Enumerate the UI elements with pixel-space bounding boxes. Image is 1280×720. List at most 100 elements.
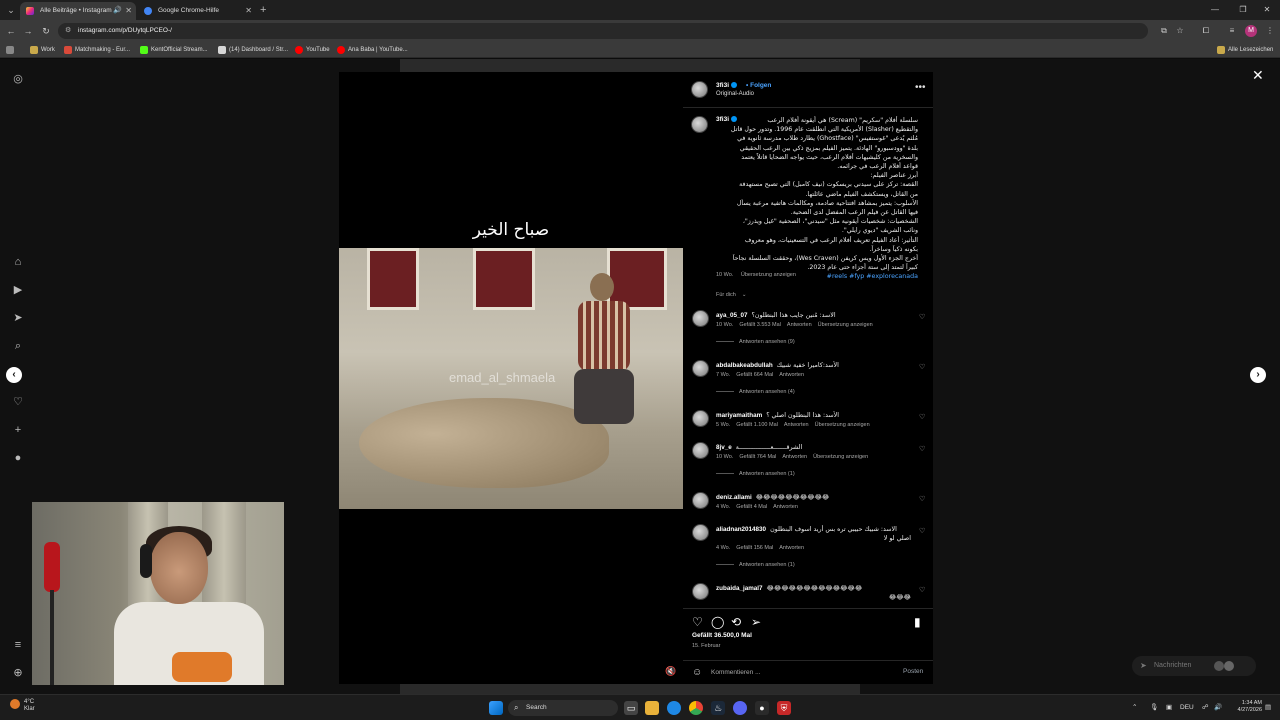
apps-grid-icon[interactable] [6, 42, 17, 58]
comment-likes[interactable]: Gefällt 3.553 Mal [739, 322, 781, 328]
author-username[interactable]: 3fi3i [716, 82, 737, 89]
tab-search-icon[interactable]: ⌄ [4, 3, 18, 17]
commenter-username[interactable]: mariyamaitham [716, 412, 762, 419]
author-avatar[interactable] [691, 116, 708, 133]
view-replies-link[interactable]: Antworten ansehen (9) [716, 339, 795, 345]
home-icon[interactable]: ⌂ [10, 254, 26, 270]
reply-link[interactable]: Antworten [787, 322, 812, 328]
mute-icon[interactable]: 🔇 [665, 666, 676, 677]
all-bookmarks[interactable]: Alle Lesezeichen [1217, 42, 1273, 58]
bookmark-work[interactable]: Work [30, 42, 55, 58]
forward-button[interactable]: → [20, 23, 36, 39]
commenter-avatar[interactable] [692, 360, 709, 377]
bookmark-youtube[interactable]: YouTube [295, 42, 330, 58]
close-tab-icon[interactable]: ✕ [245, 2, 252, 20]
comment-filter[interactable]: Für dich ⌄ [716, 292, 752, 298]
extensions-icon[interactable]: ⧠ [1198, 23, 1214, 39]
view-replies-link[interactable]: Antworten ansehen (4) [716, 389, 795, 395]
translate-link[interactable]: Übersetzung anzeigen [741, 272, 796, 278]
instagram-logo-icon[interactable]: ◎ [10, 71, 26, 87]
commenter-avatar[interactable] [692, 442, 709, 459]
tray-mic-icon[interactable]: 🎙 [1150, 701, 1158, 715]
like-heart-icon[interactable]: ♡ [692, 615, 703, 629]
menu-icon[interactable]: ≡ [10, 637, 26, 653]
bookmark-matchmaking[interactable]: Matchmaking - Eur... [64, 42, 130, 58]
reply-link[interactable]: Antworten [782, 454, 807, 460]
close-window-button[interactable]: ✕ [1254, 0, 1280, 20]
create-icon[interactable]: + [10, 422, 26, 438]
comment-like-heart-icon[interactable]: ♡ [919, 527, 925, 535]
notification-icon[interactable]: ▤ [1265, 701, 1271, 715]
network-icon[interactable]: ☍ [1202, 701, 1209, 715]
file-explorer-icon[interactable] [645, 701, 659, 715]
reel-video[interactable]: صباح الخير emad_al_shmaela 🔇 [339, 72, 683, 684]
meta-icon[interactable]: ⊕ [10, 665, 26, 681]
commenter-avatar[interactable] [692, 310, 709, 327]
save-bookmark-icon[interactable]: ▮ [914, 615, 921, 629]
steam-icon[interactable]: ♨ [711, 701, 725, 715]
repost-icon[interactable]: ⟲ [731, 615, 741, 629]
audio-link[interactable]: Original-Audio [716, 91, 754, 97]
more-options-icon[interactable]: ••• [915, 82, 926, 93]
comment-icon[interactable]: ◯ [711, 615, 724, 629]
commenter-avatar[interactable] [692, 492, 709, 509]
comment-likes[interactable]: Gefällt 764 Mal [739, 454, 776, 460]
translate-link[interactable]: Übersetzung anzeigen [815, 422, 870, 428]
comment-likes[interactable]: Gefällt 156 Mal [736, 545, 773, 551]
back-button[interactable]: ← [3, 23, 19, 39]
emoji-icon[interactable]: ☺ [692, 667, 702, 678]
comment-like-heart-icon[interactable]: ♡ [919, 313, 925, 321]
start-icon[interactable] [489, 701, 503, 715]
messages-button[interactable]: ➤ Nachrichten [1132, 656, 1256, 676]
comment-input[interactable] [711, 665, 891, 679]
tray-app-icon[interactable]: ▣ [1166, 701, 1172, 715]
install-icon[interactable]: ⧉ [1156, 23, 1172, 39]
comment-likes[interactable]: Gefällt 4 Mal [736, 504, 767, 510]
translate-link[interactable]: Übersetzung anzeigen [813, 454, 868, 460]
reply-link[interactable]: Antworten [784, 422, 809, 428]
author-avatar[interactable] [691, 81, 708, 98]
site-info-icon[interactable]: ⚙ [65, 23, 71, 39]
new-tab-button[interactable]: + [260, 2, 266, 18]
bookmark-kent[interactable]: KentOfficial Stream... [140, 42, 208, 58]
reply-link[interactable]: Antworten [779, 545, 804, 551]
search-icon[interactable]: ⌕ [10, 338, 26, 354]
taskbar-search[interactable]: ⌕ Search [508, 700, 618, 716]
comment-like-heart-icon[interactable]: ♡ [919, 413, 925, 421]
notifications-heart-icon[interactable]: ♡ [10, 394, 26, 410]
obs-icon[interactable]: ● [755, 701, 769, 715]
likes-count[interactable]: Gefällt 36.500,0 Mal [692, 632, 752, 639]
tab-instagram[interactable]: Alle Beiträge • Instagram 🔊 ✕ [20, 2, 136, 20]
antivirus-icon[interactable]: ⛨ [777, 701, 791, 715]
comment-likes[interactable]: Gefällt 1.100 Mal [736, 422, 778, 428]
media-control-icon[interactable]: ≡ [1224, 23, 1240, 39]
chrome-menu-icon[interactable]: ⋮ [1262, 23, 1278, 39]
next-post-arrow-icon[interactable]: › [1250, 367, 1266, 383]
profile-avatar[interactable]: M [1245, 25, 1257, 37]
task-view-icon[interactable]: ▭ [624, 701, 638, 715]
tab-chrome-help[interactable]: Google Chrome-Hilfe ✕ [138, 2, 256, 20]
bookmark-ana-baba[interactable]: Ana Baba | YouTube... [337, 42, 408, 58]
reels-icon[interactable]: ▶ [10, 282, 26, 298]
maximize-button[interactable]: ❐ [1230, 0, 1256, 20]
commenter-username[interactable]: abdalbakeabdullah [716, 362, 773, 369]
translate-link[interactable]: Übersetzung anzeigen [818, 322, 873, 328]
close-post-icon[interactable]: ✕ [1252, 67, 1264, 84]
previous-post-arrow-icon[interactable]: ‹ [6, 367, 22, 383]
commenter-avatar[interactable] [692, 583, 709, 600]
commenter-avatar[interactable] [692, 524, 709, 541]
speaker-icon[interactable]: 🔊 [113, 2, 122, 20]
commenter-username[interactable]: aya_05_07 [716, 312, 748, 319]
share-icon[interactable]: ➢ [751, 615, 761, 629]
commenter-avatar[interactable] [692, 410, 709, 427]
chrome-icon[interactable] [689, 701, 703, 715]
reload-button[interactable]: ↻ [38, 23, 54, 39]
comment-like-heart-icon[interactable]: ♡ [919, 586, 925, 594]
comment-like-heart-icon[interactable]: ♡ [919, 445, 925, 453]
volume-icon[interactable]: 🔊 [1214, 701, 1222, 715]
comment-like-heart-icon[interactable]: ♡ [919, 495, 925, 503]
commenter-username[interactable]: 8jv_e [716, 444, 732, 451]
taskbar-clock[interactable]: 1:34 AM 4/27/2026 [1228, 700, 1262, 714]
profile-icon[interactable]: ● [10, 450, 26, 466]
address-bar[interactable]: ⚙ instagram.com/p/DUytqLPCEO-/ [58, 23, 1148, 39]
